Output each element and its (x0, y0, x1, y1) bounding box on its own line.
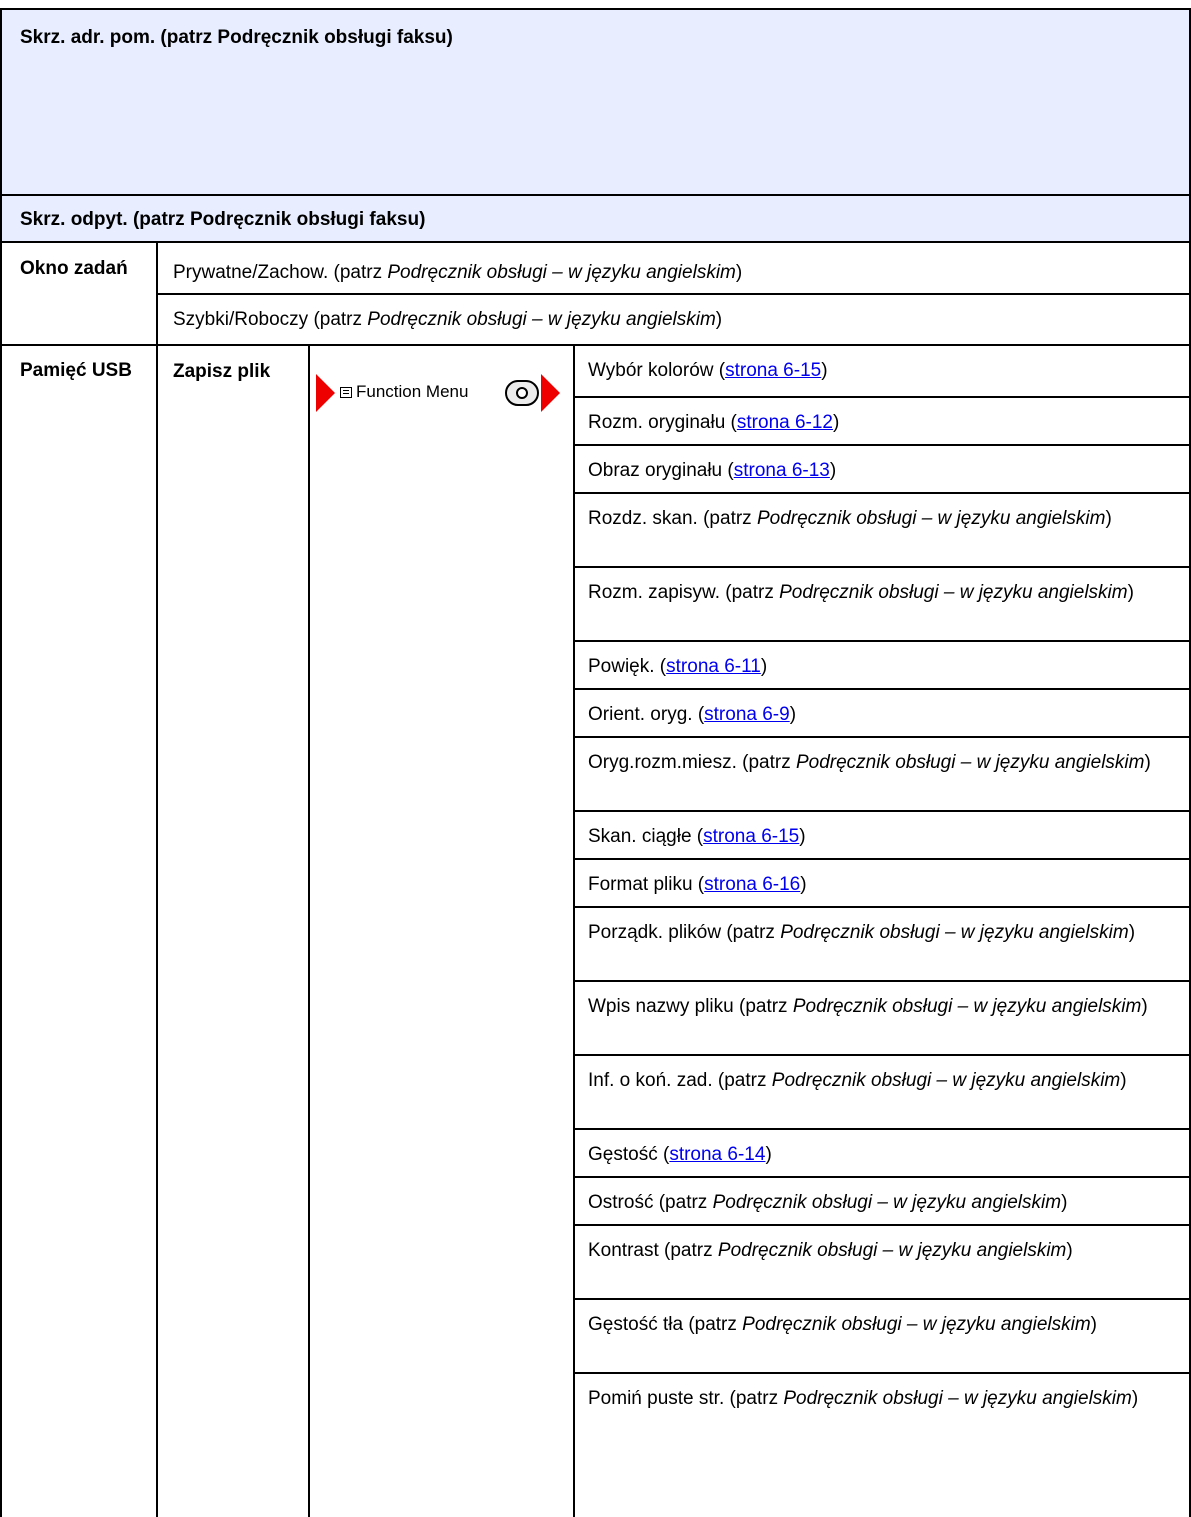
function-menu-key-icon (505, 380, 539, 406)
divider (157, 293, 1191, 295)
divider (574, 688, 1191, 690)
divider (574, 980, 1191, 982)
usb-function-item[interactable]: Pomiń puste str. (patrz Podręcznik obsłu… (588, 1386, 1180, 1412)
arrow-right-icon (316, 374, 335, 412)
divider (0, 8, 1191, 10)
job-box-label: Okno zadań (20, 258, 128, 279)
divider (574, 736, 1191, 738)
usb-function-item[interactable]: Oryg.rozm.miesz. (patrz Podręcznik obsłu… (588, 750, 1180, 776)
divider (574, 1054, 1191, 1056)
usb-function-item[interactable]: Inf. o koń. zad. (patrz Podręcznik obsłu… (588, 1068, 1180, 1094)
divider (574, 566, 1191, 568)
usb-function-item[interactable]: Wpis nazwy pliku (patrz Podręcznik obsłu… (588, 994, 1180, 1020)
divider (574, 906, 1191, 908)
usb-function-item[interactable]: Powięk. (strona 6-11) (588, 654, 1180, 680)
arrow-right-icon (541, 374, 560, 412)
function-menu-label: Function Menu (356, 382, 469, 401)
usb-function-item[interactable]: Rozm. oryginału (strona 6-12) (588, 410, 1180, 436)
usb-label: Pamięć USB (20, 360, 132, 381)
divider (156, 241, 158, 1517)
menu-list-icon (340, 387, 352, 398)
divider (574, 1224, 1191, 1226)
usb-sub-label: Zapisz plik (173, 361, 271, 382)
header-polling: Skrz. odpyt. (patrz Podręcznik obsługi f… (20, 209, 426, 230)
divider (308, 344, 310, 1517)
divider (0, 344, 1191, 346)
divider (574, 640, 1191, 642)
usb-function-item[interactable]: Rozdz. skan. (patrz Podręcznik obsługi –… (588, 506, 1180, 532)
page-reference-link[interactable]: strona 6-14 (669, 1144, 765, 1165)
divider (574, 1372, 1191, 1374)
usb-function-item[interactable]: Porządk. plików (patrz Podręcznik obsług… (588, 920, 1180, 946)
usb-function-item[interactable]: Obraz oryginału (strona 6-13) (588, 458, 1180, 484)
usb-function-item[interactable]: Rozm. zapisyw. (patrz Podręcznik obsługi… (588, 580, 1180, 606)
usb-function-item[interactable]: Format pliku (strona 6-16) (588, 872, 1180, 898)
usb-function-item[interactable]: Orient. oryg. (strona 6-9) (588, 702, 1180, 728)
usb-function-item[interactable]: Gęstość (strona 6-14) (588, 1142, 1180, 1168)
usb-function-item[interactable]: Kontrast (patrz Podręcznik obsługi – w j… (588, 1238, 1180, 1264)
divider (0, 8, 2, 1517)
divider (574, 396, 1191, 398)
divider (574, 858, 1191, 860)
page-reference-link[interactable]: strona 6-13 (734, 460, 830, 481)
page-reference-link[interactable]: strona 6-11 (666, 656, 761, 677)
menu-map-table: Skrz. adr. pom. (patrz Podręcznik obsług… (0, 0, 1191, 1517)
divider (574, 492, 1191, 494)
job-box-row-quick[interactable]: Szybki/Roboczy (patrz Podręcznik obsługi… (173, 307, 722, 333)
divider (574, 810, 1191, 812)
page-reference-link[interactable]: strona 6-9 (704, 704, 790, 725)
divider (574, 1128, 1191, 1130)
divider (574, 1176, 1191, 1178)
divider (574, 1298, 1191, 1300)
usb-function-item[interactable]: Wybór kolorów (strona 6-15) (588, 358, 1180, 384)
page-reference-link[interactable]: strona 6-15 (725, 360, 821, 381)
page-reference-link[interactable]: strona 6-16 (704, 874, 800, 895)
page-reference-link[interactable]: strona 6-15 (703, 826, 799, 847)
page-reference-link[interactable]: strona 6-12 (737, 412, 833, 433)
divider (0, 194, 1191, 196)
job-box-row-private[interactable]: Prywatne/Zachow. (patrz Podręcznik obsłu… (173, 260, 742, 286)
usb-function-item[interactable]: Gęstość tła (patrz Podręcznik obsługi – … (588, 1312, 1180, 1338)
divider (574, 444, 1191, 446)
usb-function-item[interactable]: Ostrość (patrz Podręcznik obsługi – w ję… (588, 1190, 1180, 1216)
divider (573, 344, 575, 1517)
divider (0, 241, 1191, 243)
usb-function-item[interactable]: Skan. ciągłe (strona 6-15) (588, 824, 1180, 850)
header-address-book: Skrz. adr. pom. (patrz Podręcznik obsług… (20, 27, 453, 48)
